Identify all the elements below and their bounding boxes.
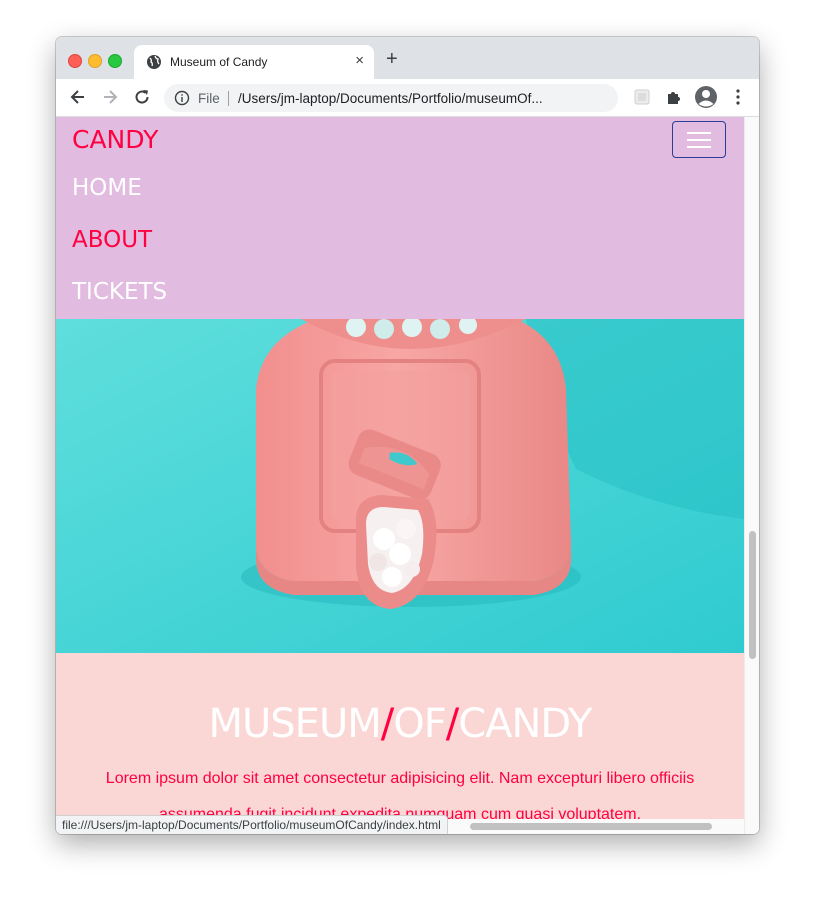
site-navbar: CANDY HOME ABOUT TICKETS (56, 117, 744, 319)
title-word-museum: MUSEUM (208, 701, 382, 747)
brand-logo[interactable]: CANDY (72, 125, 158, 154)
intro-section: MUSEUM/OF/CANDY Lorem ipsum dolor sit am… (56, 653, 744, 834)
status-url-bubble: file:///Users/jm-laptop/Documents/Portfo… (56, 815, 448, 834)
hamburger-line-icon (687, 132, 711, 134)
vertical-scrollbar[interactable] (744, 117, 759, 834)
tab-museum-of-candy[interactable]: Museum of Candy × (134, 45, 374, 79)
extension-icon[interactable] (632, 87, 652, 107)
close-window-button[interactable] (68, 54, 82, 68)
omnibox-divider (228, 91, 229, 106)
url-text[interactable]: /Users/jm-laptop/Documents/Portfolio/mus… (238, 91, 543, 106)
forward-arrow-icon[interactable] (100, 87, 120, 107)
title-slash: / (445, 701, 460, 747)
vertical-scrollbar-thumb[interactable] (749, 531, 756, 659)
tab-close-icon[interactable]: × (355, 52, 364, 70)
puzzle-icon[interactable] (664, 87, 684, 107)
profile-icon[interactable] (694, 85, 718, 109)
new-tab-button[interactable]: + (386, 49, 398, 69)
nav-item-tickets[interactable]: TICKETS (72, 279, 167, 305)
minimize-window-button[interactable] (88, 54, 102, 68)
museum-title: MUSEUM/OF/CANDY (56, 701, 744, 747)
horizontal-scrollbar-thumb[interactable] (470, 823, 712, 830)
gumball-machine-illustration (56, 319, 744, 653)
menu-toggle-button[interactable] (672, 121, 726, 158)
nav-item-home[interactable]: HOME (72, 175, 142, 201)
title-word-candy: CANDY (458, 701, 592, 747)
reload-icon[interactable] (132, 87, 152, 107)
nav-item-about[interactable]: ABOUT (72, 227, 152, 253)
hamburger-line-icon (687, 146, 711, 148)
info-icon[interactable] (174, 90, 190, 106)
tab-strip: Museum of Candy × + (56, 37, 759, 79)
browser-window: Museum of Candy × + File /Users/jm-lapto… (56, 37, 759, 834)
maximize-window-button[interactable] (108, 54, 122, 68)
address-bar[interactable]: File /Users/jm-laptop/Documents/Portfoli… (164, 84, 716, 112)
file-label: File (198, 91, 220, 106)
title-word-of: OF (393, 701, 446, 747)
page-viewport: CANDY HOME ABOUT TICKETS MUSEUM/OF/CANDY… (56, 117, 759, 834)
tab-title: Museum of Candy (170, 55, 268, 69)
hamburger-line-icon (687, 139, 711, 141)
toolbar: File /Users/jm-laptop/Documents/Portfoli… (56, 79, 759, 117)
hero-image (56, 319, 744, 653)
globe-icon (147, 55, 161, 69)
title-slash: / (380, 701, 395, 747)
menu-kebab-icon[interactable] (728, 87, 748, 107)
back-arrow-icon[interactable] (68, 87, 88, 107)
